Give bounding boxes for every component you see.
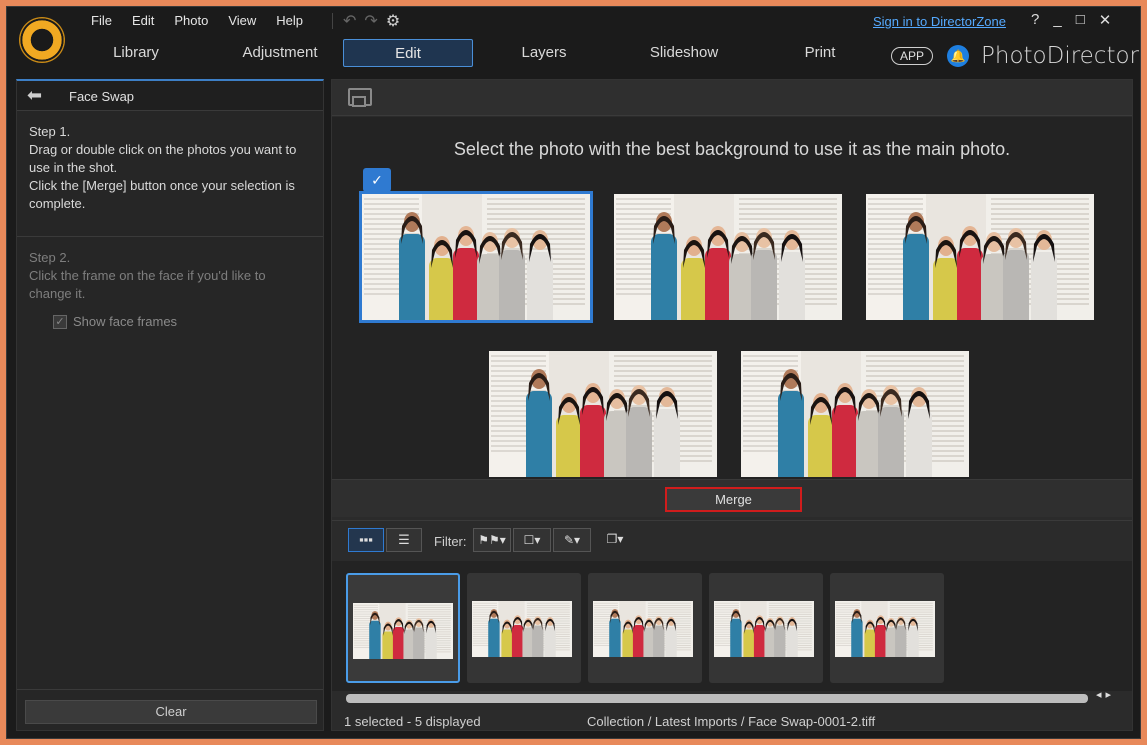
group-photo [353, 603, 453, 659]
color-label-filter-icon[interactable]: ☐▾ [513, 528, 551, 552]
main-photo-badge-icon: ✓ [363, 168, 391, 192]
panel-footer-divider [17, 689, 323, 690]
tab-layers[interactable]: Layers [489, 39, 599, 67]
flag-filter-icon[interactable]: ⚑⚑▾ [473, 528, 511, 552]
stack-filter-icon[interactable]: ❐▾ [600, 528, 630, 552]
notification-bell-icon[interactable]: 🔔 [947, 45, 969, 67]
filmstrip-thumb-3[interactable] [588, 573, 702, 683]
merge-button[interactable]: Merge [665, 487, 802, 512]
close-icon[interactable]: ✕ [1099, 11, 1112, 29]
step2-text: Click the frame on the face if you'd lik… [29, 268, 266, 301]
main-toolbar [332, 80, 1132, 116]
thumb-image [835, 601, 935, 657]
thumb-image [593, 601, 693, 657]
candidate-photo-4[interactable] [489, 351, 717, 477]
filmstrip-thumb-5[interactable] [830, 573, 944, 683]
group-photo [362, 194, 590, 320]
show-face-frames-row[interactable]: ✓ Show face frames [53, 313, 311, 331]
tab-adjustment[interactable]: Adjustment [215, 39, 345, 67]
filmstrip-scrollbar[interactable] [346, 694, 1088, 703]
tab-edit[interactable]: Edit [343, 39, 473, 67]
group-photo [489, 351, 717, 477]
thumb-image [353, 603, 453, 659]
thumb-image [472, 601, 572, 657]
file-path: Collection / Latest Imports / Face Swap-… [587, 714, 876, 729]
step-1: Step 1. Drag or double click on the phot… [17, 111, 323, 237]
face-swap-panel: ⬅ Face Swap Step 1. Drag or double click… [16, 79, 324, 731]
group-photo [835, 601, 935, 657]
quick-tools: ↶ ↷ ⚙ [343, 11, 400, 31]
step1-text-1: Drag or double click on the photos you w… [29, 142, 297, 175]
window-controls: ? _ □ ✕ [1031, 11, 1111, 29]
panel-title: Face Swap [69, 89, 135, 104]
filmstrip-thumb-4[interactable] [709, 573, 823, 683]
filmstrip [332, 561, 1132, 691]
group-photo [593, 601, 693, 657]
tab-print[interactable]: Print [765, 39, 875, 67]
status-bar: 1 selected - 5 displayed Collection / La… [332, 712, 1132, 732]
thumbnail-view-icon[interactable]: ▪▪▪ [348, 528, 384, 552]
candidate-photo-3[interactable] [866, 194, 1094, 320]
redo-icon[interactable]: ↷ [364, 11, 377, 31]
tab-slideshow[interactable]: Slideshow [619, 39, 749, 67]
app-window: File Edit Photo View Help ↶ ↷ ⚙ Sign in … [6, 6, 1141, 739]
show-face-frames-label: Show face frames [73, 314, 178, 329]
settings-gear-icon[interactable]: ⚙ [386, 11, 400, 31]
group-photo [714, 601, 814, 657]
candidate-photo-5[interactable] [741, 351, 969, 477]
group-photo [741, 351, 969, 477]
photo-stage: Select the photo with the best backgroun… [332, 117, 1132, 479]
panel-header: ⬅ Face Swap [17, 81, 323, 111]
app-badge[interactable]: APP [891, 47, 933, 65]
tab-library[interactable]: Library [81, 39, 191, 67]
candidate-photo-1[interactable] [359, 191, 593, 323]
menu-divider [332, 13, 333, 29]
signin-link[interactable]: Sign in to DirectorZone [873, 14, 1006, 29]
main-area: Select the photo with the best backgroun… [331, 79, 1133, 731]
show-face-frames-checkbox[interactable]: ✓ [53, 315, 67, 329]
step-2: Step 2. Click the frame on the face if y… [17, 237, 323, 343]
minimize-icon[interactable]: _ [1053, 11, 1061, 29]
filter-label: Filter: [434, 534, 467, 549]
app-logo-icon [19, 17, 65, 63]
stage-instruction: Select the photo with the best backgroun… [453, 139, 1011, 159]
menu-file[interactable]: File [81, 12, 122, 30]
undo-icon[interactable]: ↶ [343, 11, 356, 31]
group-photo [866, 194, 1094, 320]
group-photo [472, 601, 572, 657]
group-photo [614, 194, 842, 320]
filmstrip-toolbar: ▪▪▪ ☰ Filter: ⚑⚑▾ ☐▾ ✎▾ ❐▾ [332, 520, 1132, 560]
merge-bar: Merge [332, 479, 1132, 517]
step2-heading: Step 2. [29, 250, 71, 265]
selection-status: 1 selected - 5 displayed [344, 714, 481, 729]
brand-name: PhotoDirector [981, 43, 1140, 69]
menu-edit[interactable]: Edit [122, 12, 164, 30]
menu-photo[interactable]: Photo [164, 12, 218, 30]
step1-text-2: Click the [Merge] button once your selec… [29, 178, 295, 211]
help-icon[interactable]: ? [1031, 11, 1039, 29]
filmstrip-thumb-2[interactable] [467, 573, 581, 683]
menu-view[interactable]: View [218, 12, 266, 30]
back-arrow-icon[interactable]: ⬅ [27, 85, 42, 106]
edit-filter-icon[interactable]: ✎▾ [553, 528, 591, 552]
step1-heading: Step 1. [29, 124, 71, 139]
list-view-icon[interactable]: ☰ [386, 528, 422, 552]
clear-button[interactable]: Clear [25, 700, 317, 724]
menu-bar: File Edit Photo View Help [81, 12, 313, 30]
compare-view-icon[interactable] [348, 88, 372, 107]
candidate-photo-2[interactable] [614, 194, 842, 320]
thumb-image [714, 601, 814, 657]
scroll-arrows-icon[interactable]: ◂▸ [1096, 688, 1115, 701]
maximize-icon[interactable]: □ [1076, 11, 1085, 29]
filmstrip-thumb-1[interactable] [346, 573, 460, 683]
menu-help[interactable]: Help [266, 12, 313, 30]
